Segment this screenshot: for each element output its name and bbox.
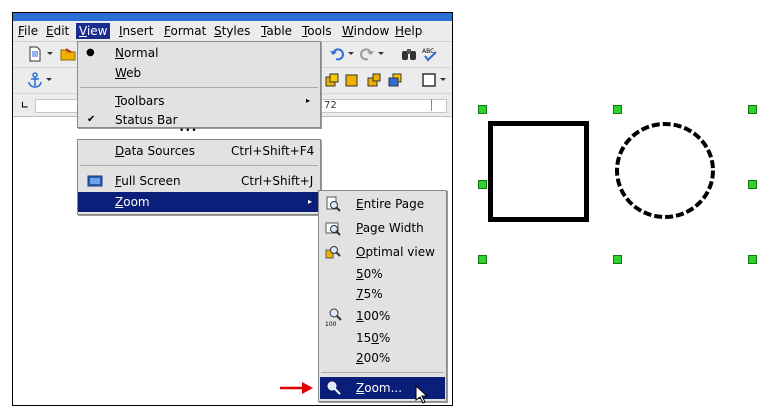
full-screen-icon <box>87 173 103 189</box>
view-zoom-item[interactable]: Zoom ▸ <box>78 192 320 212</box>
undo-dropdown-icon[interactable] <box>347 50 355 58</box>
spellcheck-icon[interactable]: ABC <box>422 46 438 62</box>
selection-handle[interactable] <box>478 105 487 114</box>
menu-styles[interactable]: Styles <box>211 23 253 39</box>
zoom-100-icon: 100 <box>325 307 345 327</box>
borders-icon[interactable] <box>421 72 437 88</box>
zoom-75-item[interactable]: 75% <box>319 284 446 304</box>
view-normal-item[interactable]: ● Normal <box>78 43 320 63</box>
anchor-dropdown-icon[interactable] <box>45 76 53 84</box>
menu-separator <box>321 372 444 373</box>
zoom-150-item[interactable]: 150% <box>319 328 446 348</box>
menu-insert[interactable]: Insert <box>116 23 156 39</box>
radio-bullet-icon: ● <box>86 47 95 58</box>
zoom-entire-page-item[interactable]: Entire Page <box>319 193 446 215</box>
redo-dropdown-icon[interactable] <box>377 50 385 58</box>
zoom-50-item[interactable]: 50% <box>319 264 446 284</box>
selection-handle[interactable] <box>478 255 487 264</box>
zoom-200-item[interactable]: 200% <box>319 348 446 368</box>
zoom-magnifier-icon <box>326 380 342 396</box>
zoom-optimal-icon <box>325 244 341 260</box>
menu-separator <box>80 87 318 88</box>
title-bar-strip <box>13 13 452 21</box>
zoom-page-width-item[interactable]: Page Width <box>319 217 446 239</box>
zoom-width-icon <box>325 220 341 236</box>
backward-one-icon[interactable] <box>366 72 382 88</box>
borders-dropdown-icon[interactable] <box>439 76 447 84</box>
selection-handle[interactable] <box>478 180 487 189</box>
new-document-icon[interactable] <box>27 46 43 62</box>
bring-to-front-icon[interactable] <box>324 72 340 88</box>
find-binoculars-icon[interactable] <box>401 46 417 62</box>
forward-one-icon[interactable] <box>344 72 360 88</box>
menu-more-indicator: • • • <box>179 126 197 136</box>
submenu-arrow-icon: ▸ <box>308 197 313 206</box>
send-to-back-icon[interactable] <box>387 72 403 88</box>
mouse-cursor-icon <box>415 385 429 405</box>
circle-shape[interactable] <box>612 119 718 222</box>
menu-help[interactable]: Help <box>392 23 425 39</box>
shortcut-label: Ctrl+Shift+F4 <box>231 144 315 158</box>
view-menu: ● Normal Web Toolbars ▸ ✔ Status Bar <box>77 41 321 128</box>
menu-bar: File Edit View Insert Format Styles Tabl… <box>13 21 452 42</box>
undo-icon[interactable] <box>329 46 345 62</box>
view-status-bar-item[interactable]: ✔ Status Bar <box>78 110 320 126</box>
anchor-icon[interactable] <box>27 72 43 88</box>
view-toolbars-item[interactable]: Toolbars ▸ <box>78 91 320 111</box>
menu-window[interactable]: Window <box>339 23 392 39</box>
square-shape[interactable] <box>488 121 589 222</box>
tab-stop-icon[interactable]: ∟ <box>21 101 29 111</box>
zoom-submenu: Entire Page Page Width Optimal view 50% … <box>318 190 447 402</box>
open-folder-icon[interactable] <box>60 46 76 62</box>
menu-edit[interactable]: Edit <box>43 23 72 39</box>
selection-handle[interactable] <box>748 255 757 264</box>
menu-separator <box>80 165 318 166</box>
svg-text:ABC: ABC <box>422 48 434 55</box>
selection-handle[interactable] <box>748 105 757 114</box>
view-full-screen-item[interactable]: Full Screen Ctrl+Shift+J <box>78 171 320 191</box>
view-web-item[interactable]: Web <box>78 63 320 83</box>
zoom-page-icon <box>325 196 341 212</box>
submenu-arrow-icon: ▸ <box>306 96 311 105</box>
dropdown-arrow-icon[interactable] <box>46 50 54 58</box>
zoom-optimal-view-item[interactable]: Optimal view <box>319 241 446 263</box>
zoom-100-item[interactable]: 100 100% <box>319 305 446 327</box>
menu-file[interactable]: File <box>15 23 41 39</box>
app-screenshot: File Edit View Insert Format Styles Tabl… <box>12 12 453 406</box>
shortcut-label: Ctrl+Shift+J <box>241 174 314 188</box>
zoom-100-badge: 100 <box>325 321 337 327</box>
menu-view[interactable]: View <box>76 23 111 39</box>
redo-icon[interactable] <box>359 46 375 62</box>
view-menu-lower: Data Sources Ctrl+Shift+F4 Full Screen C… <box>77 139 321 215</box>
selection-handle[interactable] <box>748 180 757 189</box>
selection-handle[interactable] <box>613 255 622 264</box>
menu-format[interactable]: Format <box>161 23 209 39</box>
ruler-tick <box>431 99 432 111</box>
menu-tools[interactable]: Tools <box>299 23 335 39</box>
check-icon: ✔ <box>87 114 96 125</box>
view-data-sources-item[interactable]: Data Sources Ctrl+Shift+F4 <box>78 141 320 161</box>
selection-handle[interactable] <box>613 105 622 114</box>
ruler-mark: 72 <box>324 100 337 111</box>
red-arrow-icon <box>280 381 314 395</box>
menu-table[interactable]: Table <box>258 23 295 39</box>
